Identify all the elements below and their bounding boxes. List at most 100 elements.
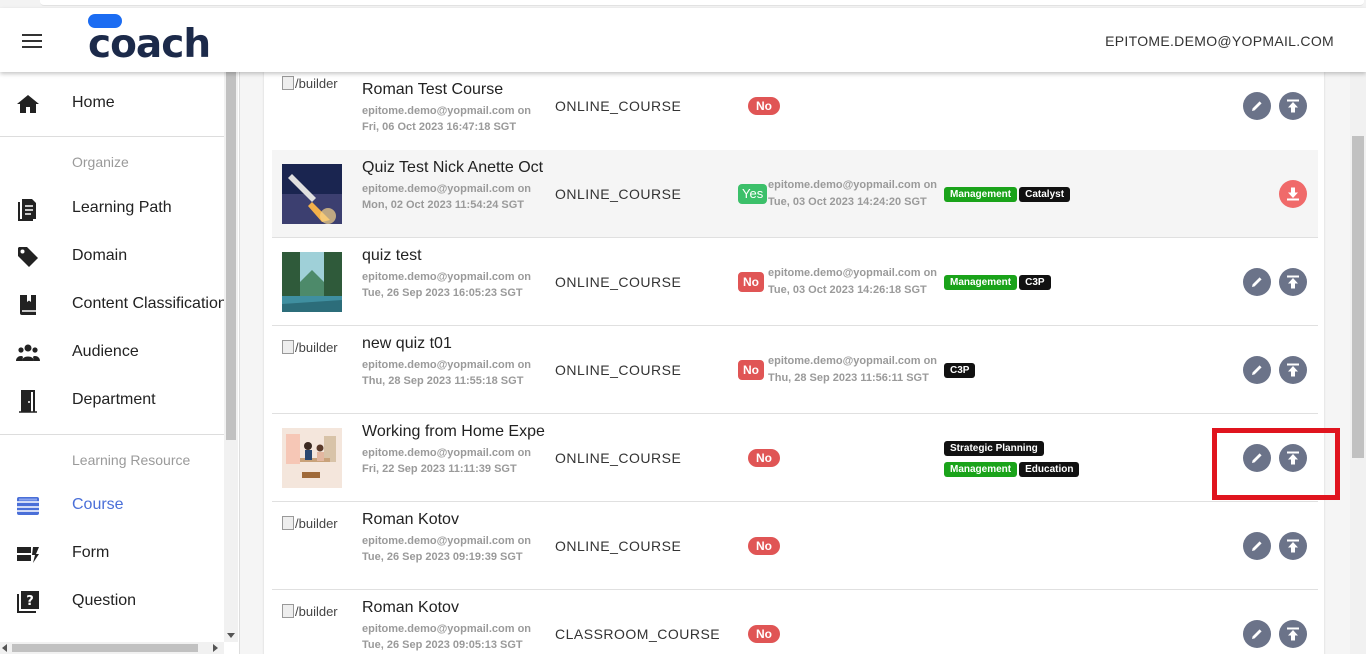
menu-icon[interactable] <box>22 34 42 48</box>
course-thumbnail: /builder <box>282 340 342 400</box>
edit-button[interactable] <box>1243 444 1271 472</box>
office-image <box>282 428 342 488</box>
door-icon <box>19 390 37 413</box>
tag-badge: Management <box>944 275 1018 290</box>
course-tags: Strategic Planning Management Education <box>944 438 1104 480</box>
table-row[interactable]: Working from Home Expe epitome.demo@yopm… <box>272 414 1318 502</box>
sidebar-item-question[interactable]: ? Question <box>0 578 224 626</box>
sidebar-item-audience[interactable]: Audience <box>0 329 224 377</box>
sidebar-item-course[interactable]: Course <box>0 482 224 530</box>
sidebar-item-label: Question <box>72 592 137 609</box>
sidebar-item-label: Audience <box>72 343 139 360</box>
document-icon <box>18 199 36 221</box>
forest-image <box>282 252 342 312</box>
pencil-icon <box>1252 277 1262 287</box>
course-created-meta: epitome.demo@yopmail.com on Tue, 26 Sep 2… <box>362 271 532 299</box>
edit-button[interactable] <box>1243 268 1271 296</box>
edit-button[interactable] <box>1243 620 1271 648</box>
table-row[interactable]: /builder Roman Kotov epitome.demo@yopmai… <box>272 502 1318 590</box>
edit-button[interactable] <box>1243 356 1271 384</box>
question-icon: ? <box>17 591 39 613</box>
published-badge: No <box>748 537 780 555</box>
publish-button[interactable] <box>1279 444 1307 472</box>
course-type: ONLINE_COURSE <box>555 186 682 202</box>
publish-button[interactable] <box>1279 92 1307 120</box>
upload-icon <box>1287 363 1299 377</box>
scroll-left-icon[interactable] <box>2 644 7 652</box>
sidebar-item-domain[interactable]: Domain <box>0 233 224 281</box>
course-type: ONLINE_COURSE <box>555 538 682 554</box>
browser-top-strip <box>0 0 1366 8</box>
publish-button[interactable] <box>1279 268 1307 296</box>
main-scroll-thumb[interactable] <box>1352 136 1364 458</box>
course-approved-meta: epitome.demo@yopmail.com on Tue, 03 Oct 2… <box>768 179 938 208</box>
course-created-meta: epitome.demo@yopmail.com on Mon, 02 Oct 2… <box>362 183 532 211</box>
table-row[interactable]: /builder Roman Kotov epitome.demo@yopmai… <box>272 590 1318 654</box>
sidebar-item-learning-path[interactable]: Learning Path <box>0 185 224 233</box>
course-title[interactable]: quiz test <box>362 247 548 265</box>
course-thumbnail <box>282 252 342 312</box>
published-badge: No <box>748 449 780 467</box>
upload-icon <box>1287 275 1299 289</box>
course-thumbnail <box>282 428 342 488</box>
sidebar-item-label: Department <box>72 391 156 408</box>
sidebar: Home Organize Learning Path Domain Conte… <box>0 72 240 654</box>
main-scrollbar[interactable] <box>1350 72 1366 654</box>
course-title[interactable]: Roman Kotov <box>362 511 548 529</box>
table-row[interactable]: /builder new quiz t01 epitome.demo@yopma… <box>272 326 1318 414</box>
sidebar-scroll-thumb[interactable] <box>226 72 236 440</box>
course-title[interactable]: Roman Test Course <box>362 81 548 99</box>
sidebar-item-department[interactable]: Department <box>0 377 224 425</box>
user-email[interactable]: EPITOME.DEMO@YOPMAIL.COM <box>1105 33 1334 49</box>
scroll-right-icon[interactable] <box>213 644 218 652</box>
course-thumbnail: /builder <box>282 604 342 654</box>
course-tags: Management C3P <box>944 272 1053 293</box>
scroll-down-icon[interactable] <box>227 633 235 638</box>
divider <box>0 434 224 435</box>
sidebar-item-label: Learning Path <box>72 199 172 216</box>
unpublish-button[interactable] <box>1279 180 1307 208</box>
coach-logo[interactable]: coach <box>88 14 211 68</box>
publish-button[interactable] <box>1279 620 1307 648</box>
table-row[interactable]: Quiz Test Nick Anette Oct epitome.demo@y… <box>272 150 1318 238</box>
table-row[interactable]: /builder Roman Test Course epitome.demo@… <box>272 72 1318 160</box>
group-icon <box>16 344 40 361</box>
address-bar <box>40 0 1364 6</box>
course-tags: Management Catalyst <box>944 184 1072 205</box>
course-type: CLASSROOM_COURSE <box>555 626 721 642</box>
course-approved-meta: epitome.demo@yopmail.com on Thu, 28 Sep 2… <box>768 355 938 384</box>
table-row[interactable]: quiz test epitome.demo@yopmail.com on Tue… <box>272 238 1318 326</box>
course-type: ONLINE_COURSE <box>555 362 682 378</box>
divider <box>0 136 224 137</box>
tag-badge: Management <box>944 187 1018 202</box>
course-type: ONLINE_COURSE <box>555 98 682 114</box>
edit-button[interactable] <box>1243 92 1271 120</box>
sidebar-scrollbar[interactable] <box>224 72 238 642</box>
course-title[interactable]: new quiz t01 <box>362 335 548 353</box>
course-created-meta: epitome.demo@yopmail.com on Tue, 26 Sep 2… <box>362 535 532 563</box>
published-badge: No <box>738 360 764 380</box>
publish-button[interactable] <box>1279 356 1307 384</box>
publish-button[interactable] <box>1279 532 1307 560</box>
sidebar-hscroll-thumb[interactable] <box>12 644 198 652</box>
sidebar-item-form[interactable]: Form <box>0 530 224 578</box>
sidebar-item-label: Content Classification <box>72 295 227 312</box>
upload-icon <box>1287 99 1299 113</box>
tag-badge: Strategic Planning <box>944 441 1044 456</box>
course-created-meta: epitome.demo@yopmail.com on Fri, 06 Oct 2… <box>362 105 532 133</box>
edit-button[interactable] <box>1243 532 1271 560</box>
course-created-meta: epitome.demo@yopmail.com on Fri, 22 Sep 2… <box>362 447 532 475</box>
download-icon <box>1287 187 1299 201</box>
published-badge: No <box>748 625 780 643</box>
book-icon <box>20 295 36 315</box>
sidebar-item-home[interactable]: Home <box>0 80 224 128</box>
course-title[interactable]: Roman Kotov <box>362 599 548 617</box>
published-badge: No <box>738 272 764 292</box>
sidebar-item-content-classification[interactable]: Content Classification <box>0 281 227 329</box>
course-thumbnail <box>282 164 342 224</box>
course-title[interactable]: Working from Home Expe <box>362 423 548 441</box>
course-title[interactable]: Quiz Test Nick Anette Oct <box>362 159 548 177</box>
upload-icon <box>1287 539 1299 553</box>
sidebar-hscrollbar[interactable] <box>0 642 224 654</box>
logo-text: coach <box>88 22 211 67</box>
